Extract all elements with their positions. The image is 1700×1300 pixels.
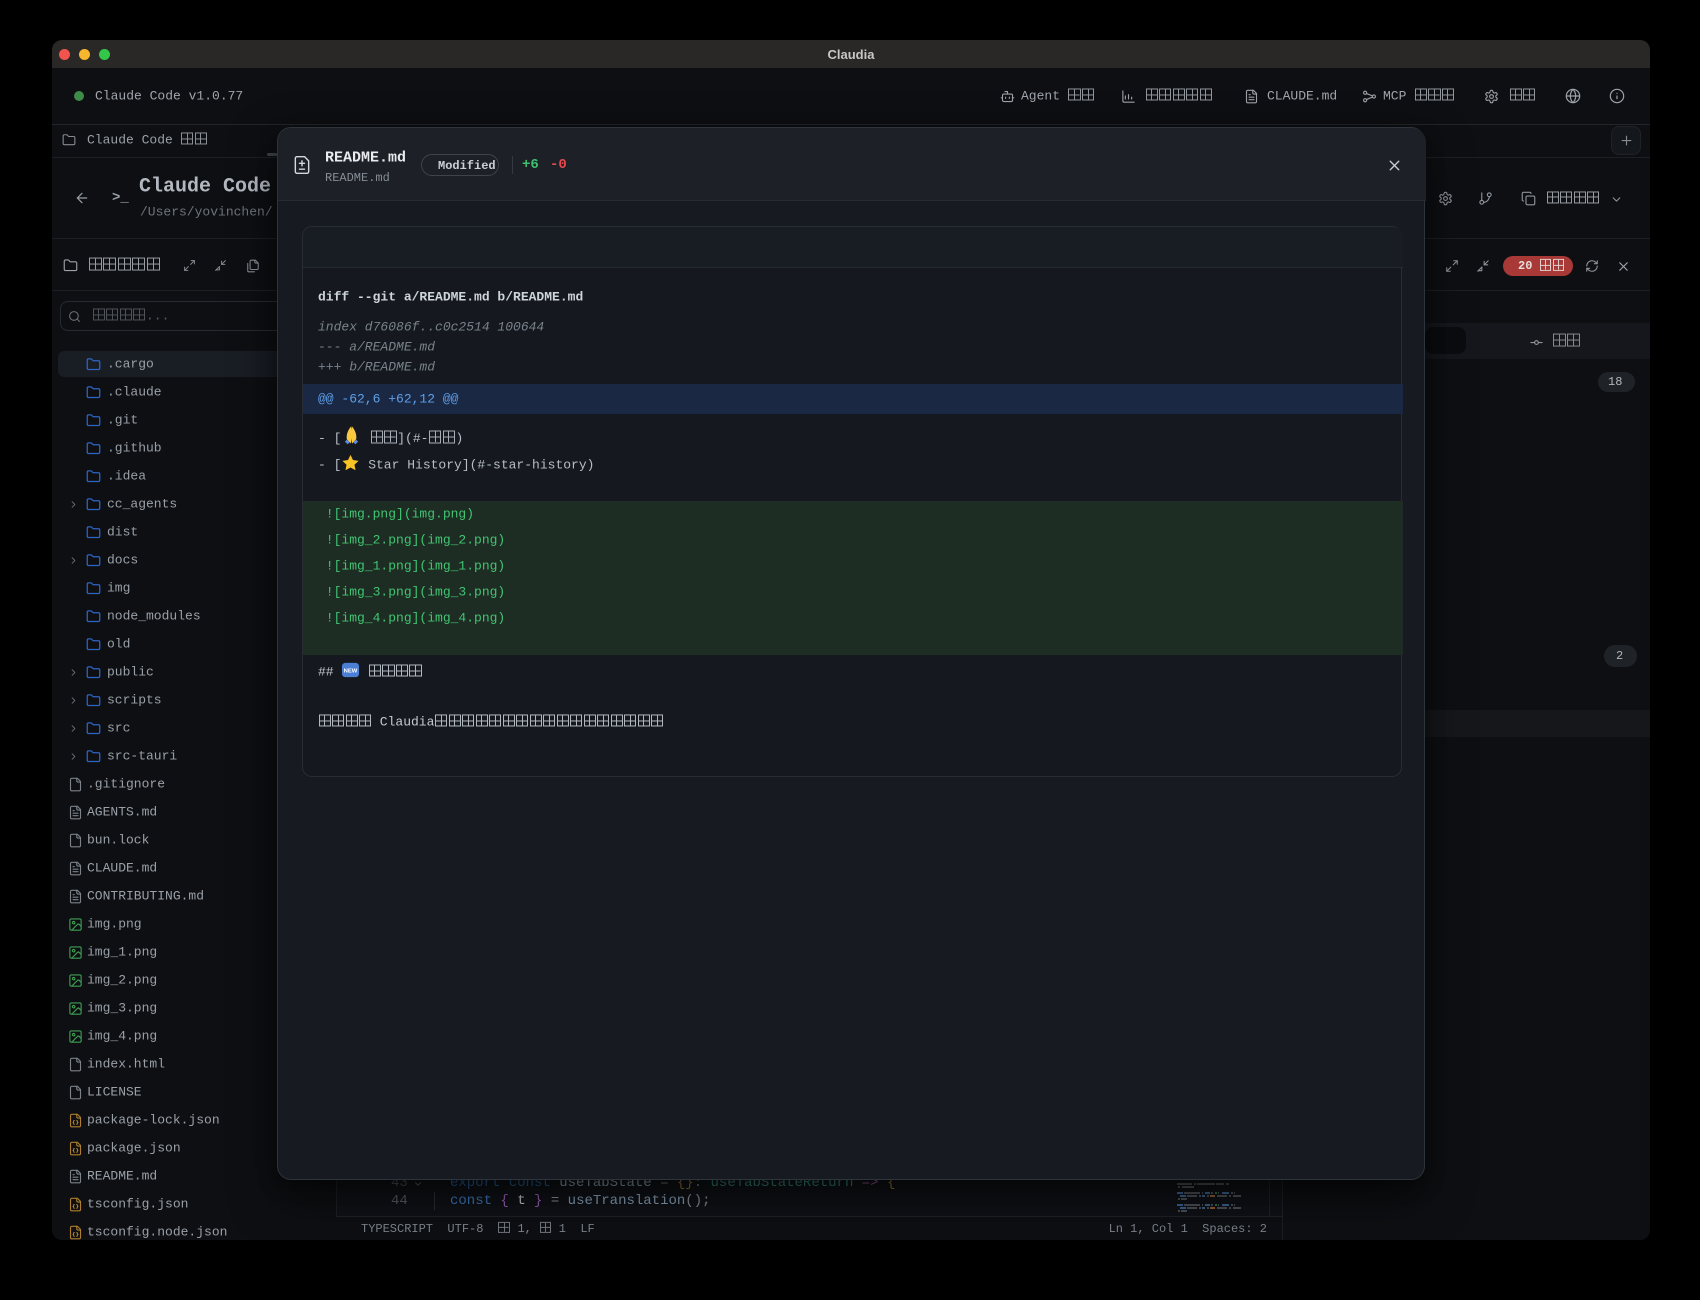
svg-text:NEW: NEW [344,669,358,675]
